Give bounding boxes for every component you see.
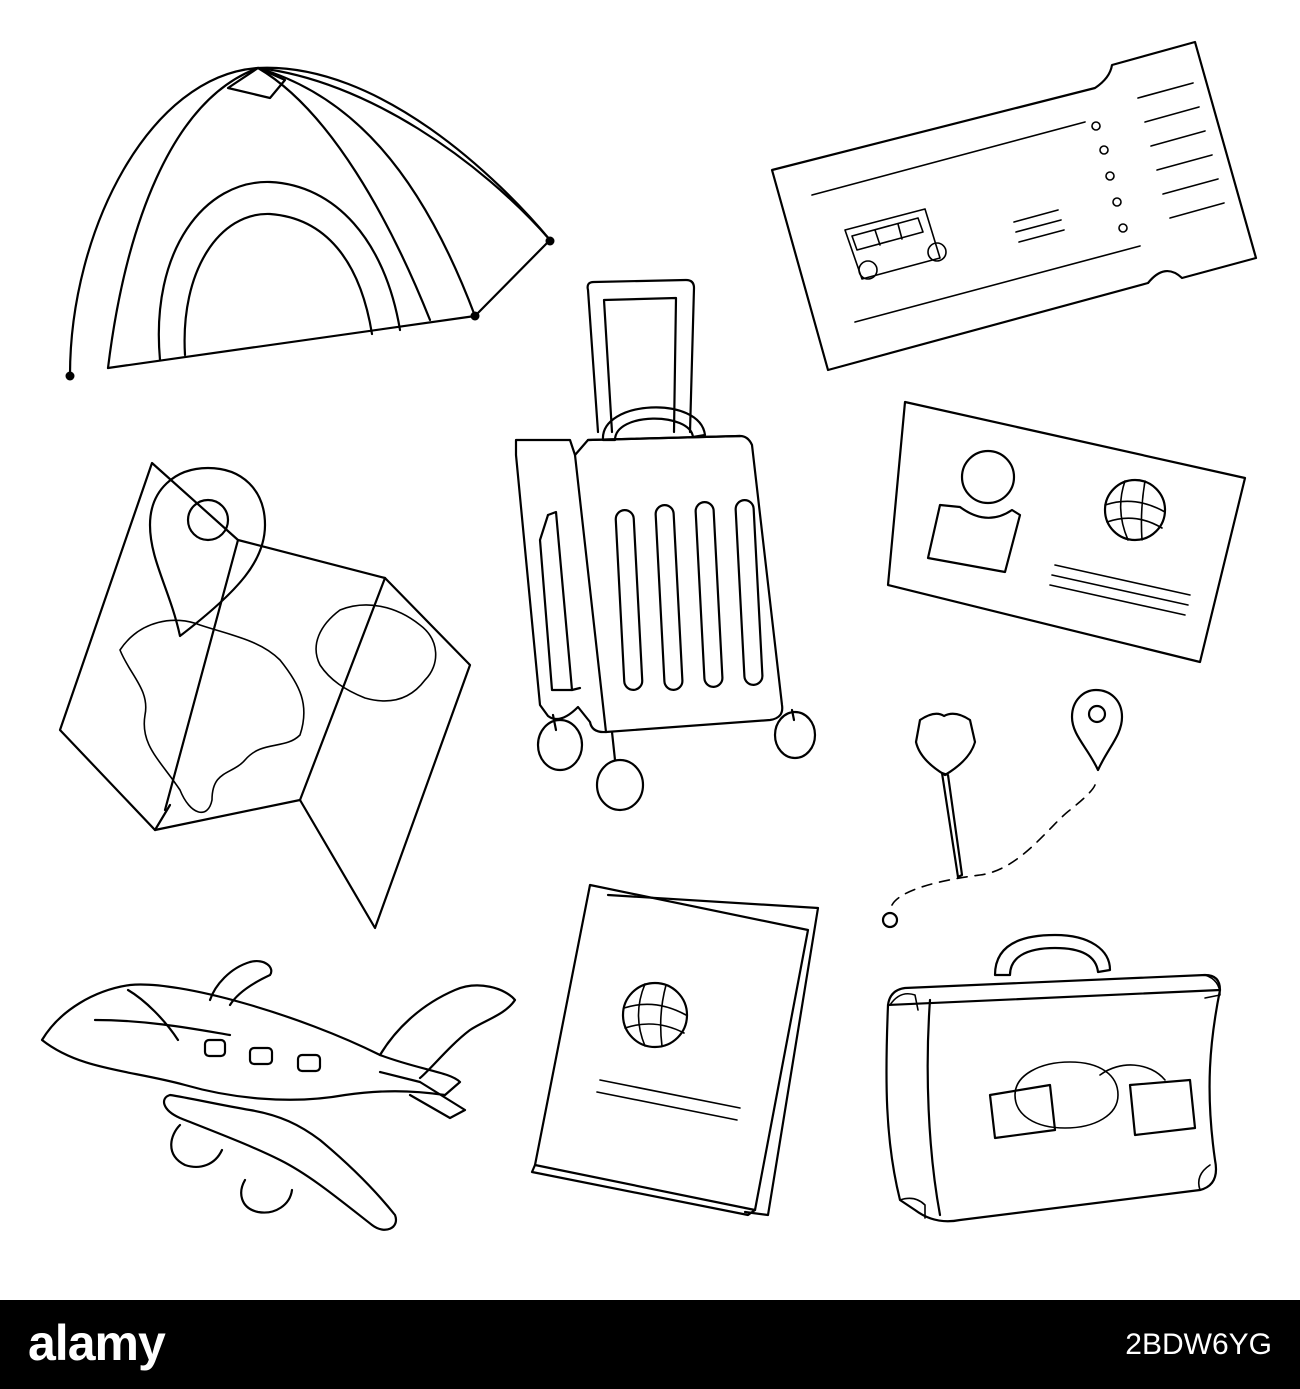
- passport-icon: [530, 883, 820, 1217]
- id-card-icon: [886, 400, 1247, 664]
- tent-icon: [65, 66, 555, 381]
- route-pins-icon: [881, 688, 1124, 929]
- person-photo-icon: [926, 449, 1022, 574]
- brand-logo: alamy: [28, 1315, 166, 1371]
- airplane-icon: [40, 960, 517, 1231]
- ticket-perforation: [1091, 121, 1128, 233]
- vintage-suitcase-icon: [885, 933, 1222, 1223]
- map-marker-icon: [1070, 688, 1124, 772]
- bus-ticket-icon: [770, 40, 1258, 372]
- rolling-suitcase-icon: [514, 278, 817, 812]
- bus-icon: [844, 208, 947, 280]
- folded-map-icon: [58, 461, 472, 930]
- image-id: 2BDW6YG: [1125, 1328, 1272, 1361]
- passport-globe-icon: [621, 981, 689, 1049]
- location-pin-icon: [148, 466, 267, 638]
- road-sign-pin-icon: [914, 712, 977, 879]
- globe-icon: [1103, 478, 1167, 542]
- travel-illustration: [0, 0, 1300, 1300]
- watermark-footer: alamy 2BDW6YG: [0, 1300, 1300, 1389]
